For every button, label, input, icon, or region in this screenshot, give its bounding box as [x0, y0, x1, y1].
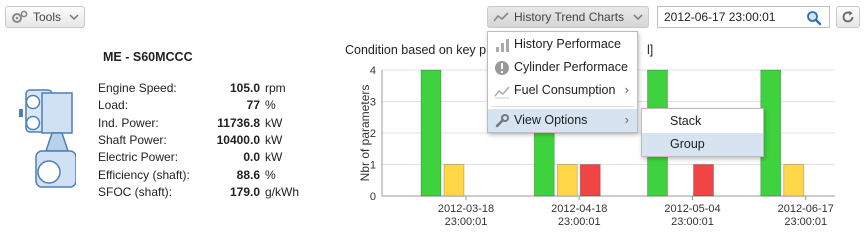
- menu-divider: [491, 106, 634, 107]
- param-value: 179.0: [229, 184, 260, 199]
- search-icon[interactable]: [806, 10, 822, 26]
- engine-param-row: Ind. Power: 11736.8 kW: [98, 116, 318, 132]
- engine-param-row: Efficiency (shaft): 88.6%: [98, 168, 318, 184]
- x-tick-label: 23:00:01: [445, 216, 488, 228]
- param-value: 10400.0: [216, 132, 260, 147]
- bar: [420, 69, 442, 197]
- bar: [443, 164, 465, 197]
- param-label: Efficiency (shaft):: [98, 167, 190, 182]
- x-tick-label: 2012-03-18: [438, 203, 494, 215]
- tools-label: Tools: [33, 10, 62, 24]
- param-unit: %: [265, 98, 276, 113]
- chart-title: Condition based on key p: [345, 43, 486, 57]
- y-axis-label: Nbr of parameters: [358, 85, 372, 182]
- engine-title: ME - S60MCCC: [103, 50, 193, 64]
- datetime-input[interactable]: 2012-06-17 23:00:01: [657, 6, 830, 28]
- bar: [783, 164, 805, 197]
- x-tick-label: 23:00:01: [784, 216, 827, 228]
- param-value: 77: [246, 98, 260, 113]
- history-trend-menu: History Performace Cylinder Performace F…: [487, 31, 638, 133]
- engine-param-row: Shaft Power: 10400.0 kW: [98, 133, 318, 149]
- refresh-button[interactable]: [836, 6, 860, 28]
- engine-param-row: Engine Speed: 105.0 rpm: [98, 81, 318, 97]
- bar: [556, 164, 578, 197]
- menu-item-label: History Performace: [514, 37, 621, 51]
- param-value: 11736.8: [217, 115, 260, 130]
- param-unit: kW: [265, 132, 283, 147]
- view-options-submenu: Stack Group: [641, 108, 764, 157]
- y-tick-label: 4: [370, 65, 376, 77]
- exclamation-icon: [495, 61, 509, 75]
- x-tick-label: 2012-05-04: [664, 203, 720, 215]
- gears-icon: [12, 10, 28, 23]
- bar: [579, 164, 601, 197]
- chart-title-left: Condition based on key p: [345, 43, 487, 57]
- menu-item-label: View Options: [514, 113, 588, 127]
- param-value: 105.0: [229, 81, 260, 95]
- line-chart-icon: [493, 12, 509, 22]
- param-unit: g/kWh: [265, 184, 300, 199]
- history-trend-charts-button[interactable]: History Trend Charts: [487, 6, 649, 28]
- param-label: Electric Power:: [98, 150, 179, 165]
- param-unit: %: [265, 167, 276, 182]
- chevron-right-icon: ›: [624, 82, 629, 97]
- menu-item-view-options[interactable]: View Options ›: [488, 109, 637, 132]
- menu-item-fuel-consumption[interactable]: Fuel Consumption ›: [488, 79, 637, 102]
- refresh-icon: [842, 11, 854, 23]
- datetime-value: 2012-06-17 23:00:01: [664, 10, 776, 24]
- submenu-item-group[interactable]: Group: [642, 133, 763, 156]
- param-label: SFOC (shaft):: [98, 184, 173, 199]
- x-tick-label: 2012-04-18: [551, 203, 607, 215]
- chevron-down-icon: [69, 14, 79, 21]
- menu-item-history-performace[interactable]: History Performace: [488, 33, 637, 56]
- bar-chart-icon: [496, 39, 509, 52]
- engine-param-row: SFOC (shaft): 179.0 g/kWh: [98, 185, 318, 201]
- bar: [693, 164, 714, 197]
- engine-param-row: Load: 77%: [98, 98, 318, 114]
- param-unit: kW: [265, 150, 283, 165]
- y-tick-label: 0: [370, 191, 376, 203]
- submenu-item-label: Group: [670, 137, 705, 151]
- param-value: 0.0: [243, 150, 260, 165]
- param-unit: rpm: [265, 81, 286, 95]
- menu-item-cylinder-performace[interactable]: Cylinder Performace: [488, 56, 637, 79]
- param-value: 88.6: [236, 167, 260, 182]
- engine-diagram: [19, 89, 76, 188]
- chart-title-right: l]: [647, 43, 654, 57]
- x-tick-label: 23:00:01: [558, 216, 601, 228]
- engine-param-row: Electric Power: 0.0 kW: [98, 150, 318, 166]
- wrench-icon: [495, 114, 509, 128]
- x-tick-label: 2012-06-17: [778, 203, 834, 215]
- history-trend-charts-label: History Trend Charts: [514, 10, 625, 24]
- line-chart-icon: [494, 86, 510, 99]
- x-tick-label: 23:00:01: [671, 216, 714, 228]
- tools-button[interactable]: Tools: [5, 6, 85, 28]
- submenu-item-label: Stack: [670, 114, 702, 128]
- param-label: Engine Speed:: [98, 81, 177, 95]
- param-unit: kW: [265, 115, 283, 130]
- chevron-right-icon: ›: [624, 112, 629, 127]
- param-label: Load:: [98, 98, 129, 113]
- chevron-down-icon: [633, 14, 643, 21]
- menu-item-label: Fuel Consumption: [514, 83, 616, 97]
- param-label: Shaft Power:: [98, 132, 167, 147]
- param-label: Ind. Power:: [98, 115, 159, 130]
- submenu-item-stack[interactable]: Stack: [642, 110, 763, 133]
- menu-item-label: Cylinder Performace: [514, 60, 628, 74]
